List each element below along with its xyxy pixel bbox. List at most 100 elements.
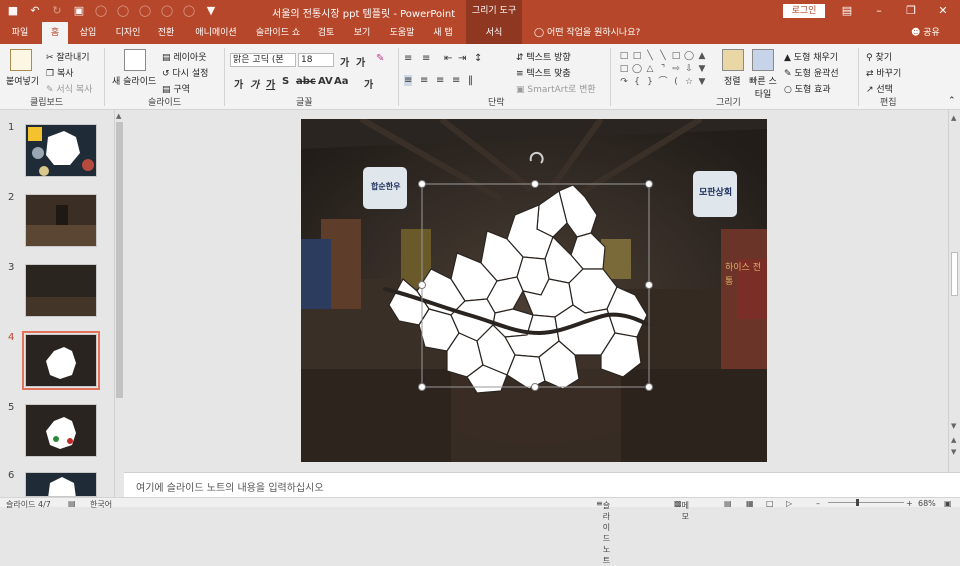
tab-format[interactable]: 서식 — [466, 22, 522, 44]
next-slide-icon[interactable]: ▼ — [951, 448, 956, 456]
reset-button[interactable]: ↺ 다시 설정 — [162, 66, 208, 79]
shape-outline-button[interactable]: ✎ 도형 윤곽선 — [784, 66, 839, 79]
slide-canvas[interactable]: 합순한우 모판상회 하이스 전통 — [301, 119, 767, 462]
clear-format-icon[interactable]: ✎ — [376, 53, 384, 64]
textbox-vertical-shape-icon[interactable]: □ — [631, 50, 643, 62]
redo-icon[interactable]: ↻ — [50, 3, 64, 17]
scroll-thumb[interactable] — [951, 252, 958, 296]
line-shape-icon[interactable]: ╲ — [657, 50, 669, 62]
change-case-icon[interactable]: Aa — [334, 76, 349, 87]
scroll-down-icon[interactable]: ▼ — [951, 422, 956, 430]
tab-transitions[interactable]: 전환 — [152, 22, 180, 44]
numbering-icon[interactable]: ≡ — [422, 53, 430, 64]
connector-shape-icon[interactable]: ⌝ — [657, 63, 669, 75]
language-indicator[interactable]: 한국어 — [90, 499, 112, 510]
font-size-combo[interactable]: 18 — [298, 53, 334, 67]
underline-icon[interactable]: 가 — [266, 76, 275, 91]
slide-thumbnail-4[interactable] — [22, 331, 100, 390]
justify-icon[interactable]: ≡ — [452, 75, 460, 86]
arrow-shape-icon[interactable]: ↷ — [618, 76, 630, 88]
tab-new[interactable]: 새 탭 — [428, 22, 458, 44]
text-direction-button[interactable]: ⇵ 텍스트 방향 — [516, 50, 571, 63]
tab-file[interactable]: 파일 — [4, 22, 36, 44]
tab-review[interactable]: 검토 — [312, 22, 340, 44]
slide-thumbnail-1[interactable] — [25, 124, 97, 177]
slide-thumbnail-6[interactable] — [25, 472, 97, 497]
strikethrough-icon[interactable]: abc — [296, 76, 316, 87]
arc-shape-icon[interactable]: ⌒ — [657, 76, 669, 88]
slide-thumbnail-5[interactable] — [25, 404, 97, 457]
oval-shape-icon[interactable]: ◯ — [631, 63, 643, 75]
char-spacing-icon[interactable]: AV — [318, 76, 333, 87]
qat-icon-6[interactable]: ◯ — [116, 3, 130, 17]
scroll-up-icon[interactable]: ▲ — [116, 112, 121, 120]
columns-icon[interactable]: ‖ — [468, 75, 473, 86]
bracket-shape-icon[interactable]: ( — [670, 76, 682, 88]
tab-home[interactable]: 홈 — [42, 22, 68, 44]
layout-button[interactable]: ▤ 레이아웃 — [162, 50, 207, 63]
slide-thumbnail-2[interactable] — [25, 194, 97, 247]
save-icon[interactable]: ■ — [6, 3, 20, 17]
shadow-icon[interactable]: S — [282, 76, 289, 87]
shrink-font-icon[interactable]: 가 — [356, 54, 365, 69]
collapse-ribbon-icon[interactable]: ⌃ — [948, 96, 956, 106]
grow-font-icon[interactable]: 가 — [340, 54, 349, 69]
shape-effects-button[interactable]: ○ 도형 효과 — [784, 82, 831, 95]
select-button[interactable]: ↗ 선택 — [866, 82, 893, 95]
qat-icon-8[interactable]: ◯ — [160, 3, 174, 17]
align-center-icon[interactable]: ≡ — [420, 75, 428, 86]
replace-button[interactable]: ⇄ 바꾸기 — [866, 66, 901, 79]
gallery-scroll-icon[interactable]: ▼ — [696, 63, 708, 75]
arrow-down-shape-icon[interactable]: ⇩ — [683, 63, 695, 75]
increase-indent-icon[interactable]: ⇥ — [458, 53, 466, 64]
tab-help[interactable]: 도움말 — [384, 22, 420, 44]
font-name-combo[interactable]: 맑은 고딕 (본 — [230, 53, 296, 67]
shapes-gallery[interactable]: □ □ ╲ ╲ □ ◯ ▲ □ ◯ △ ⌝ ⇨ ⇩ ▼ ↷ { } ⌒ ( ☆ … — [618, 50, 708, 88]
more-shapes-icon[interactable]: ▲ — [696, 50, 708, 62]
tab-view[interactable]: 보기 — [348, 22, 376, 44]
quick-styles-icon[interactable] — [752, 49, 774, 71]
start-slideshow-icon[interactable]: ▣ — [72, 3, 86, 17]
align-right-icon[interactable]: ≡ — [436, 75, 444, 86]
paste-button[interactable]: 붙여넣기 — [6, 74, 39, 87]
tab-animations[interactable]: 애니메이션 — [188, 22, 244, 44]
bullets-icon[interactable]: ≡ — [404, 53, 412, 64]
previous-slide-icon[interactable]: ▲ — [951, 436, 956, 444]
triangle-shape-icon[interactable]: △ — [644, 63, 656, 75]
tab-insert[interactable]: 삽입 — [74, 22, 102, 44]
restore-icon[interactable]: ❐ — [896, 2, 926, 20]
undo-icon[interactable]: ↶ — [28, 3, 42, 17]
paste-icon[interactable] — [10, 49, 32, 71]
new-slide-button[interactable]: 새 슬라이드 — [112, 74, 156, 87]
section-button[interactable]: ▤ 구역 — [162, 82, 190, 95]
brace-shape-icon[interactable]: { — [631, 76, 643, 88]
thumbnails-scrollbar[interactable]: ▲ — [114, 110, 124, 497]
tab-slideshow[interactable]: 슬라이드 쇼 — [250, 22, 306, 44]
minimize-icon[interactable]: – — [864, 2, 894, 20]
qat-icon-9[interactable]: ◯ — [182, 3, 196, 17]
rectangle-shape-icon[interactable]: □ — [618, 63, 630, 75]
shape-fill-button[interactable]: ▲ 도형 채우기 — [784, 50, 838, 63]
format-painter-button[interactable]: ✎ 서식 복사 — [46, 82, 92, 95]
scroll-thumb[interactable] — [116, 122, 123, 398]
italic-icon[interactable]: 가 — [250, 76, 259, 91]
login-button[interactable]: 로그인 — [783, 4, 825, 18]
scroll-up-icon[interactable]: ▲ — [951, 114, 956, 122]
tell-me-search[interactable]: ◯ 어떤 작업을 원하시나요? — [534, 22, 640, 44]
share-button[interactable]: ☻ 공유 — [911, 22, 940, 44]
arrange-button[interactable]: 정렬 — [724, 74, 741, 87]
seoul-map-group[interactable] — [301, 119, 767, 462]
line-shape-icon[interactable]: ╲ — [644, 50, 656, 62]
textbox-shape-icon[interactable]: □ — [618, 50, 630, 62]
decrease-indent-icon[interactable]: ⇤ — [444, 53, 452, 64]
arrow-right-shape-icon[interactable]: ⇨ — [670, 63, 682, 75]
slide-thumbnail-3[interactable] — [25, 264, 97, 317]
smartart-button[interactable]: ▣ SmartArt로 변환 — [516, 82, 596, 95]
brace-shape-icon[interactable]: } — [644, 76, 656, 88]
cut-button[interactable]: ✂ 잘라내기 — [46, 50, 90, 63]
align-left-icon[interactable]: ≡ — [404, 75, 413, 86]
align-text-button[interactable]: ≡ 텍스트 맞춤 — [516, 66, 571, 79]
font-color-icon[interactable]: 가 — [364, 76, 373, 91]
new-slide-icon[interactable] — [124, 49, 146, 71]
ribbon-display-options-icon[interactable]: ▤ — [832, 2, 862, 20]
